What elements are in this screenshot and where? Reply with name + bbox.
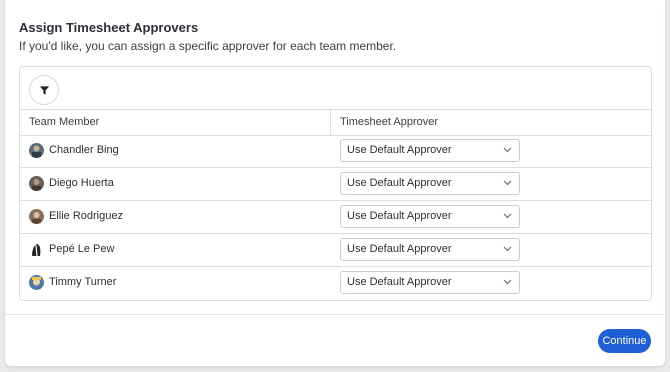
team-member-name: Timmy Turner bbox=[49, 276, 117, 288]
table-row: Pepé Le Pew Use Default Approver bbox=[20, 233, 651, 267]
approver-select-value: Use Default Approver bbox=[347, 276, 452, 288]
team-member-name: Diego Huerta bbox=[49, 177, 114, 189]
avatar bbox=[29, 143, 44, 158]
avatar bbox=[29, 209, 44, 224]
approver-select-value: Use Default Approver bbox=[347, 144, 452, 156]
chevron-down-icon bbox=[503, 213, 512, 219]
filter-button[interactable] bbox=[29, 75, 59, 105]
continue-button[interactable]: Continue bbox=[598, 329, 651, 353]
team-member-name: Pepé Le Pew bbox=[49, 243, 115, 255]
avatar bbox=[29, 275, 44, 290]
table-row: Timmy Turner Use Default Approver bbox=[20, 266, 651, 299]
table-row: Diego Huerta Use Default Approver bbox=[20, 167, 651, 201]
column-divider bbox=[330, 110, 331, 135]
approvers-table: Team Member Timesheet Approver Chandler … bbox=[19, 66, 652, 301]
column-header-timesheet-approver: Timesheet Approver bbox=[340, 116, 439, 128]
chevron-down-icon bbox=[503, 147, 512, 153]
approver-select-value: Use Default Approver bbox=[347, 210, 452, 222]
approver-select[interactable]: Use Default Approver bbox=[340, 139, 520, 162]
chevron-down-icon bbox=[503, 279, 512, 285]
approver-select[interactable]: Use Default Approver bbox=[340, 271, 520, 294]
column-header-team-member: Team Member bbox=[29, 116, 100, 128]
table-row: Chandler Bing Use Default Approver bbox=[20, 134, 651, 168]
approver-select[interactable]: Use Default Approver bbox=[340, 238, 520, 261]
footer-divider bbox=[5, 314, 665, 315]
team-member-name: Ellie Rodriguez bbox=[49, 210, 123, 222]
avatar bbox=[29, 242, 44, 257]
table-header: Team Member Timesheet Approver bbox=[20, 109, 651, 136]
filter-icon bbox=[39, 85, 49, 95]
approver-select[interactable]: Use Default Approver bbox=[340, 205, 520, 228]
team-member-name: Chandler Bing bbox=[49, 144, 119, 156]
table-row: Ellie Rodriguez Use Default Approver bbox=[20, 200, 651, 234]
approver-select-value: Use Default Approver bbox=[347, 243, 452, 255]
page-title: Assign Timesheet Approvers bbox=[19, 20, 199, 35]
page-subtitle: If you'd like, you can assign a specific… bbox=[19, 39, 397, 53]
approver-select[interactable]: Use Default Approver bbox=[340, 172, 520, 195]
chevron-down-icon bbox=[503, 180, 512, 186]
assign-approvers-panel: Assign Timesheet Approvers If you'd like… bbox=[5, 0, 665, 366]
approver-select-value: Use Default Approver bbox=[347, 177, 452, 189]
chevron-down-icon bbox=[503, 246, 512, 252]
avatar bbox=[29, 176, 44, 191]
